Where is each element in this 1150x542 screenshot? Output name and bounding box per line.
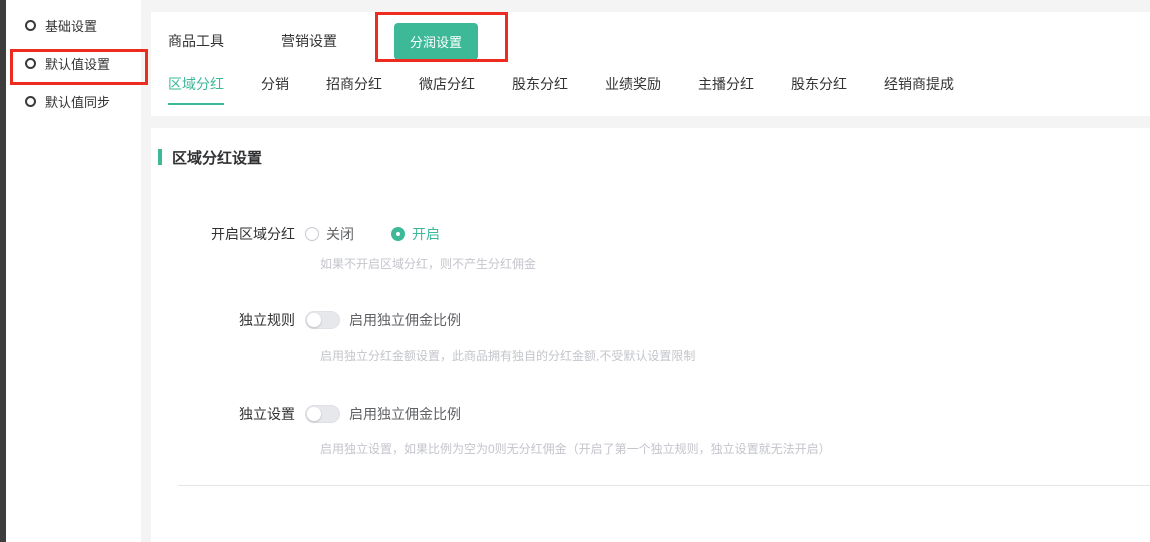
toggle-switch-off[interactable] xyxy=(305,405,340,423)
form-label: 独立设置 xyxy=(151,404,295,424)
settings-panel: 区域分红设置 开启区域分红 关闭 开启 如果不开启区域分红，则不产生分红佣金 独… xyxy=(151,128,1150,542)
subtab-distribution[interactable]: 分销 xyxy=(261,74,289,103)
sidebar-item-label: 默认值同步 xyxy=(45,92,110,111)
subtab-region-dividend[interactable]: 区域分红 xyxy=(168,74,224,105)
section-header: 区域分红设置 xyxy=(151,148,1150,166)
radio-group: 关闭 开启 xyxy=(305,224,440,244)
help-text: 启用独立分红金额设置，此商品拥有独自的分红金额,不受默认设置限制 xyxy=(320,347,1150,364)
sidebar-item-label: 基础设置 xyxy=(45,16,97,35)
form-row-enable-region-dividend: 开启区域分红 关闭 开启 xyxy=(151,224,1150,244)
form-label: 开启区域分红 xyxy=(151,224,295,244)
form-row-independent-rule: 独立规则 启用独立佣金比例 xyxy=(151,310,1150,330)
radio-circle-icon xyxy=(25,20,36,31)
switch-label: 启用独立佣金比例 xyxy=(349,404,461,424)
sub-tabs: 区域分红 分销 招商分红 微店分红 股东分红 业绩奖励 主播分红 股东分红 经销… xyxy=(168,74,1150,105)
page: 基础设置 默认值设置 默认值同步 商品工具 营销设置 分润设置 区域分红 分销 … xyxy=(0,0,1150,542)
radio-option-close[interactable]: 关闭 xyxy=(305,224,354,244)
subtab-dealer-commission[interactable]: 经销商提成 xyxy=(884,74,954,103)
subtab-anchor-dividend[interactable]: 主播分红 xyxy=(698,74,754,103)
radio-label: 开启 xyxy=(412,224,440,244)
radio-option-open[interactable]: 开启 xyxy=(391,224,440,244)
form-row-independent-setting: 独立设置 启用独立佣金比例 xyxy=(151,404,1150,424)
subtab-investment-dividend[interactable]: 招商分红 xyxy=(326,74,382,103)
radio-label: 关闭 xyxy=(326,224,354,244)
form-label: 独立规则 xyxy=(151,310,295,330)
subtab-shareholder-dividend[interactable]: 股东分红 xyxy=(512,74,568,103)
radio-circle-icon xyxy=(25,58,36,69)
main-tabs: 商品工具 营销设置 分润设置 xyxy=(168,12,1150,70)
tabs-panel: 商品工具 营销设置 分润设置 区域分红 分销 招商分红 微店分红 股东分红 业绩… xyxy=(151,12,1150,116)
divider xyxy=(178,485,1150,486)
subtab-microstore-dividend[interactable]: 微店分红 xyxy=(419,74,475,103)
tab-product-tools[interactable]: 商品工具 xyxy=(168,31,224,51)
radio-checked-icon[interactable] xyxy=(391,227,405,241)
help-text: 启用独立设置，如果比例为空为0则无分红佣金（开启了第一个独立规则，独立设置就无法… xyxy=(320,440,1150,457)
subtab-performance-award[interactable]: 业绩奖励 xyxy=(605,74,661,103)
help-text: 如果不开启区域分红，则不产生分红佣金 xyxy=(320,255,1150,272)
sidebar-item-default-settings[interactable]: 默认值设置 xyxy=(6,44,141,82)
toggle-switch-off[interactable] xyxy=(305,311,340,329)
section-title: 区域分红设置 xyxy=(172,147,262,168)
sidebar: 基础设置 默认值设置 默认值同步 xyxy=(6,0,141,542)
switch-knob xyxy=(307,407,321,421)
tab-marketing-settings[interactable]: 营销设置 xyxy=(281,31,337,51)
radio-circle-icon xyxy=(25,96,36,107)
section-bar-icon xyxy=(158,149,162,165)
switch-label: 启用独立佣金比例 xyxy=(349,310,461,330)
tab-profit-settings[interactable]: 分润设置 xyxy=(394,23,478,60)
subtab-shareholder-dividend-2[interactable]: 股东分红 xyxy=(791,74,847,103)
sidebar-item-default-sync[interactable]: 默认值同步 xyxy=(6,82,141,120)
radio-unchecked-icon[interactable] xyxy=(305,227,319,241)
sidebar-item-label: 默认值设置 xyxy=(45,54,110,73)
switch-knob xyxy=(307,313,321,327)
sidebar-item-basic-settings[interactable]: 基础设置 xyxy=(6,6,141,44)
